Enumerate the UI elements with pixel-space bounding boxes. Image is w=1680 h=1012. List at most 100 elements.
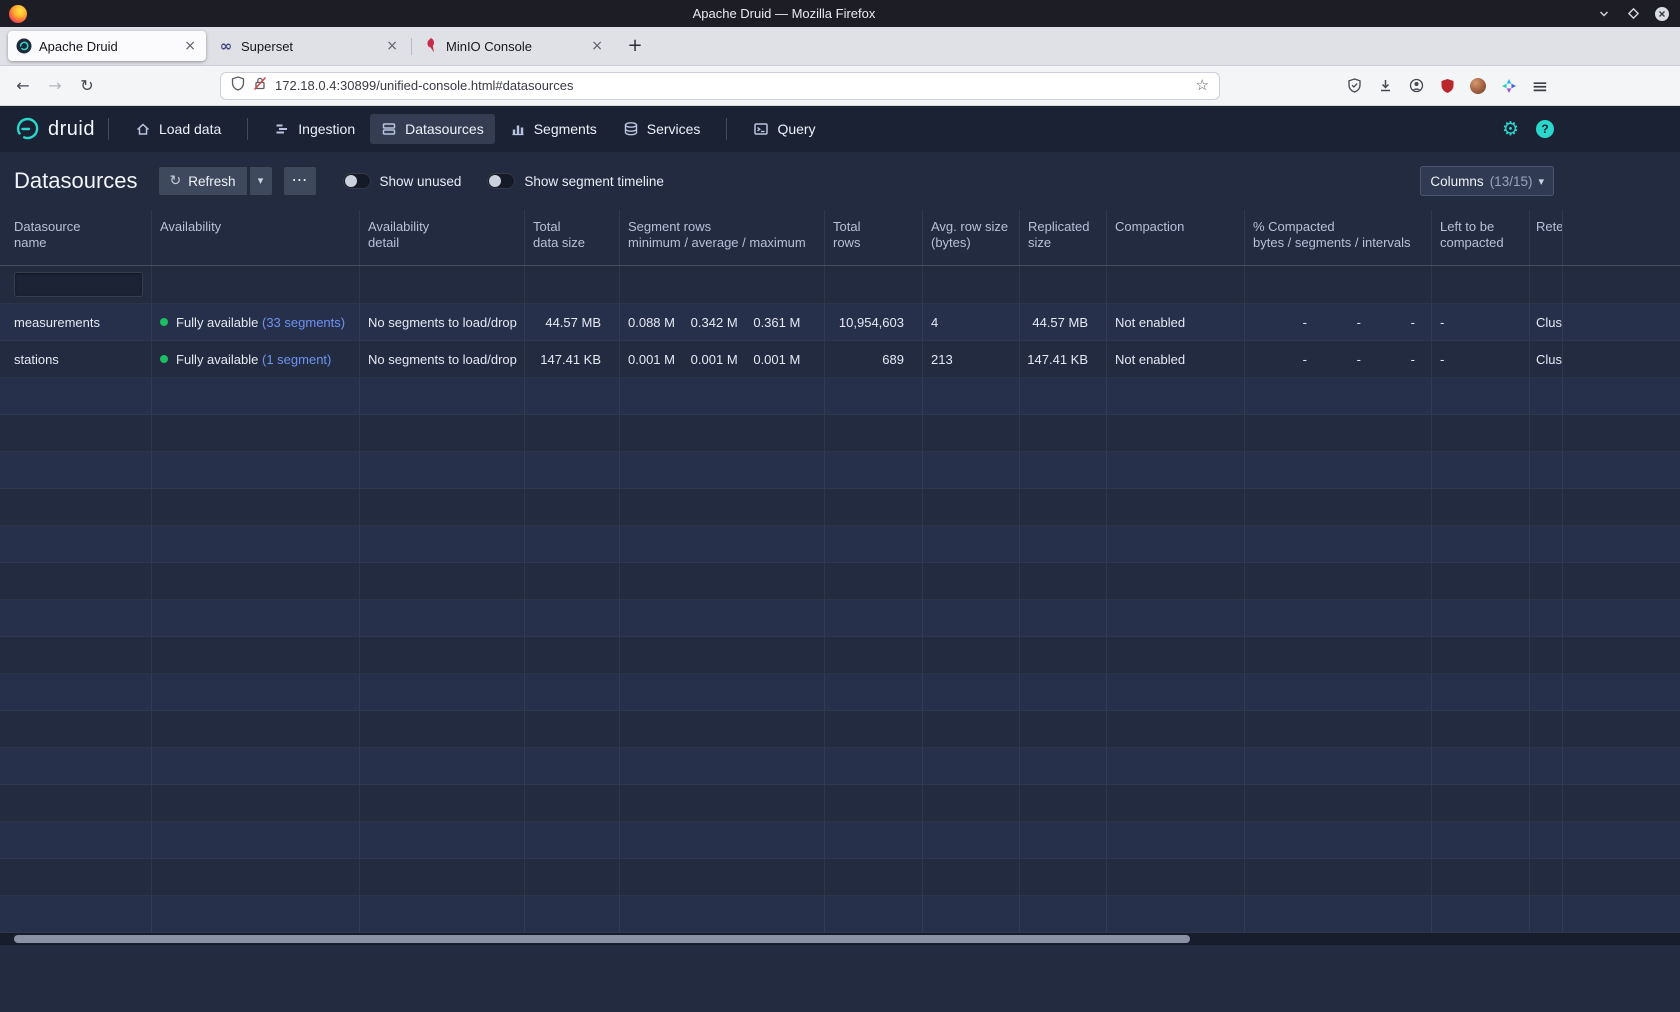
downloads-icon[interactable] bbox=[1371, 71, 1399, 101]
column-header-avg-row-size[interactable]: Avg. row size (bytes) bbox=[923, 210, 1020, 265]
refresh-button[interactable]: ↻ Refresh bbox=[158, 166, 248, 196]
cell-availability-detail: No segments to load/drop bbox=[360, 304, 525, 340]
cell-compaction: Not enabled bbox=[1107, 341, 1245, 377]
column-header-total-rows[interactable]: Total rows bbox=[825, 210, 923, 265]
tab-bar: Apache Druid × ∞ Superset × MinIO Consol… bbox=[0, 27, 1680, 66]
cell-total-data-size: 44.57 MB bbox=[525, 304, 620, 340]
column-header-replicated-size[interactable]: Replicated size bbox=[1020, 210, 1107, 265]
bookmark-star-icon[interactable]: ☆ bbox=[1196, 78, 1209, 93]
column-header-datasource-name[interactable]: Datasource name bbox=[0, 210, 152, 265]
cell-availability-detail: No segments to load/drop bbox=[360, 341, 525, 377]
tab-minio-console[interactable]: MinIO Console × bbox=[415, 31, 613, 61]
nav-services[interactable]: Services bbox=[612, 114, 712, 144]
tracking-protection-shield-icon[interactable] bbox=[231, 76, 245, 96]
column-header-availability[interactable]: Availability bbox=[152, 210, 360, 265]
nav-divider bbox=[726, 118, 727, 140]
refresh-dropdown-button[interactable]: ▾ bbox=[249, 166, 273, 196]
insecure-lock-icon[interactable] bbox=[253, 76, 267, 96]
cell-total-data-size: 147.41 KB bbox=[525, 341, 620, 377]
minio-favicon bbox=[423, 38, 439, 54]
back-button[interactable]: ← bbox=[8, 71, 38, 101]
segments-link[interactable]: (33 segments) bbox=[262, 315, 345, 330]
settings-gear-icon[interactable]: ⚙ bbox=[1502, 120, 1519, 139]
availability-text: Fully available bbox=[176, 352, 262, 367]
show-unused-toggle[interactable]: Show unused bbox=[343, 173, 462, 189]
column-header-segment-rows[interactable]: Segment rows minimum / average / maximum bbox=[620, 210, 825, 265]
table-row[interactable]: measurementsFully available (33 segments… bbox=[0, 304, 1680, 341]
cell-datasource-name: measurements bbox=[0, 304, 152, 340]
url-bar[interactable]: 172.18.0.4:30899/unified-console.html#da… bbox=[220, 72, 1220, 100]
cell-retention: Cluster default bbox=[1530, 341, 1563, 377]
forward-button[interactable]: → bbox=[40, 71, 70, 101]
table-row[interactable]: stations Fully available (1 segment) No se… bbox=[0, 341, 1680, 378]
datasources-icon bbox=[381, 121, 397, 137]
cell-retention: Cluster default bbox=[1530, 304, 1563, 340]
window-shade-button[interactable] bbox=[1596, 6, 1612, 22]
account-icon[interactable] bbox=[1402, 71, 1430, 101]
help-icon[interactable]: ? bbox=[1536, 120, 1554, 138]
permissions-shield-icon[interactable] bbox=[1340, 71, 1368, 101]
tab-label: Apache Druid bbox=[39, 39, 175, 54]
druid-favicon bbox=[16, 38, 32, 54]
toolbar-extensions: ≡ bbox=[1340, 71, 1554, 101]
window-maximize-button[interactable] bbox=[1625, 6, 1641, 22]
nav-ingestion[interactable]: Ingestion bbox=[263, 114, 366, 144]
nav-datasources[interactable]: Datasources bbox=[370, 114, 495, 144]
cell-segment-rows: 0.088 M0.342 M0.361 M bbox=[620, 304, 825, 340]
cell-availability: Fully available (33 segments) bbox=[152, 304, 360, 340]
available-dot-icon bbox=[160, 318, 168, 326]
tab-label: MinIO Console bbox=[446, 39, 582, 54]
toggle-track[interactable] bbox=[487, 173, 515, 189]
datasources-table: Datasource name Availability Availabilit… bbox=[0, 210, 1680, 933]
tab-apache-druid[interactable]: Apache Druid × bbox=[8, 31, 206, 61]
table-header-row: Datasource name Availability Availabilit… bbox=[0, 210, 1680, 266]
segments-link[interactable]: (1 segment) bbox=[262, 352, 331, 367]
pinwheel-extension-icon[interactable] bbox=[1495, 71, 1523, 101]
scrollbar-thumb[interactable] bbox=[14, 935, 1190, 943]
druid-logo[interactable]: druid bbox=[14, 116, 95, 142]
toggle-knob bbox=[345, 175, 357, 187]
reload-button[interactable]: ↻ bbox=[72, 71, 102, 101]
tab-close-icon[interactable]: × bbox=[589, 39, 605, 53]
nav-label: Query bbox=[777, 121, 815, 137]
column-header-spacer bbox=[1563, 210, 1680, 265]
firefox-logo-icon bbox=[9, 5, 27, 23]
druid-logo-text: druid bbox=[48, 118, 95, 141]
nav-label: Services bbox=[647, 121, 701, 137]
url-text: 172.18.0.4:30899/unified-console.html#da… bbox=[275, 78, 1188, 93]
tab-close-icon[interactable]: × bbox=[384, 39, 400, 53]
avatar-extension-icon[interactable] bbox=[1464, 71, 1492, 101]
cell-pct-compacted: --- bbox=[1245, 341, 1432, 377]
cell-left-to-be-compacted: - bbox=[1432, 341, 1530, 377]
columns-button[interactable]: Columns (13/15) ▾ bbox=[1420, 166, 1554, 196]
cell-avg-row-size: 4 bbox=[923, 304, 1020, 340]
window-close-button[interactable] bbox=[1654, 6, 1670, 22]
more-actions-button[interactable]: ⋯ bbox=[283, 166, 317, 196]
ublock-extension-icon[interactable] bbox=[1433, 71, 1461, 101]
empty-row bbox=[0, 415, 1680, 452]
column-header-compaction[interactable]: Compaction bbox=[1107, 210, 1245, 265]
menu-icon[interactable]: ≡ bbox=[1526, 71, 1554, 101]
column-header-left-to-be-compacted[interactable]: Left to be compacted bbox=[1432, 210, 1530, 265]
nav-segments[interactable]: Segments bbox=[499, 114, 608, 144]
cell-datasource-name: stations bbox=[0, 341, 152, 377]
nav-load-data[interactable]: Load data bbox=[124, 114, 232, 144]
tab-superset[interactable]: ∞ Superset × bbox=[210, 31, 408, 61]
column-header-pct-compacted[interactable]: % Compacted bytes / segments / intervals bbox=[1245, 210, 1432, 265]
window-title: Apache Druid — Mozilla Firefox bbox=[0, 6, 1568, 21]
cell-replicated-size: 44.57 MB bbox=[1020, 304, 1107, 340]
nav-query[interactable]: Query bbox=[742, 114, 826, 144]
empty-row bbox=[0, 489, 1680, 526]
toggle-label: Show segment timeline bbox=[524, 174, 664, 189]
new-tab-button[interactable]: + bbox=[621, 32, 649, 60]
datasource-name-filter-input[interactable] bbox=[14, 272, 143, 297]
tab-close-icon[interactable]: × bbox=[182, 39, 198, 53]
toggle-track[interactable] bbox=[343, 173, 371, 189]
column-header-retention[interactable]: Retention bbox=[1530, 210, 1563, 265]
show-segment-timeline-toggle[interactable]: Show segment timeline bbox=[487, 173, 664, 189]
empty-row bbox=[0, 600, 1680, 637]
druid-header: druid Load data Ingestion Datasources Se… bbox=[0, 106, 1680, 152]
column-header-total-data-size[interactable]: Total data size bbox=[525, 210, 620, 265]
column-header-availability-detail[interactable]: Availability detail bbox=[360, 210, 525, 265]
horizontal-scrollbar[interactable] bbox=[0, 933, 1680, 945]
